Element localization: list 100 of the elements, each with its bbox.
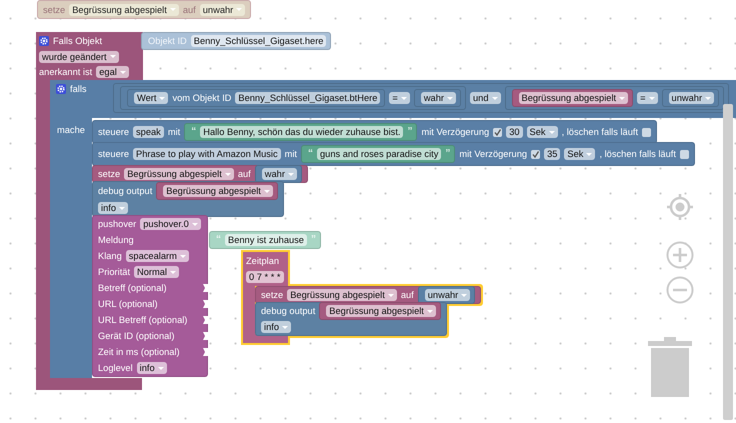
input-field[interactable]: speak — [133, 126, 164, 138]
caret-icon — [180, 254, 186, 258]
block-label: Meldung — [98, 234, 134, 246]
control-block[interactable]: steuere Phrase to play with Amazon Music mit “ guns and roses paradise city ” mit Verzögerung 35 Sek , löschen falls läuft — [92, 142, 695, 166]
block-label: debug output — [261, 305, 316, 317]
caret-icon — [548, 130, 555, 134]
block-label: setze — [261, 289, 284, 301]
dropdown-field[interactable]: und — [470, 92, 501, 104]
input-field[interactable]: 0 7 * * * — [246, 271, 284, 283]
dropdown-field[interactable]: Normal — [134, 266, 179, 278]
dropdown-field[interactable]: Begrüssung abgespielt — [124, 168, 234, 180]
checkbox[interactable] — [493, 128, 502, 136]
variable-block[interactable]: Begrüssung abgespielt — [319, 302, 441, 320]
block-label: debug output — [98, 185, 152, 197]
caret-icon — [400, 96, 407, 100]
block-label: steuere — [98, 126, 130, 138]
dropdown-field[interactable]: Begrüssung abgespielt — [163, 185, 273, 197]
logic-block[interactable]: unwahr — [418, 286, 476, 304]
object-value-block[interactable]: Wert vom Objekt ID Benny_Schlüssel_Gigaset.btHere — [127, 89, 386, 107]
input-field[interactable]: 30 — [506, 126, 523, 138]
block-label: URL (optional) — [98, 298, 158, 310]
set-variable-block[interactable]: setze Begrüssung abgespielt auf wahr — [92, 165, 308, 183]
caret-icon — [619, 96, 626, 100]
checkbox[interactable] — [531, 150, 540, 158]
schedule-block[interactable]: Zeitplan 0 7 * * * setze Begrüssung abgespielt auf unwahr debug output Begrüssung abgespielt info — [243, 252, 483, 343]
scrollbar[interactable] — [723, 104, 733, 420]
dropdown-field[interactable]: Sek — [526, 126, 558, 138]
dropdown-field[interactable]: = — [389, 92, 410, 104]
logic-block[interactable]: wahr — [414, 89, 461, 107]
logic-block[interactable]: Begrüssung abgespielt = unwahr — [504, 86, 724, 110]
checkbox[interactable] — [642, 128, 652, 136]
variable-block[interactable]: Begrüssung abgespielt — [156, 182, 278, 200]
block-label: URL Betreff (optional) — [98, 314, 188, 326]
center-target-icon[interactable] — [667, 194, 693, 220]
control-block[interactable]: steuere speak mit “ Hallo Benny, schön das du wieder zuhause bist. ” mit Verzögerung 30 Sek , löschen falls läuft — [92, 120, 658, 144]
quote-mark: “ — [216, 234, 221, 246]
dropdown-field[interactable]: wurde geändert — [39, 50, 119, 62]
input-field[interactable]: Phrase to play with Amazon Music — [133, 148, 281, 160]
block-label: mit Verzögerung — [421, 126, 490, 138]
text-block[interactable]: “ Benny ist zuhause ” — [209, 231, 321, 249]
input-field[interactable]: Benny_Schlüssel_Gigaset.here — [190, 35, 326, 47]
gear-icon[interactable] — [39, 36, 49, 46]
caret-icon — [158, 366, 164, 370]
input-field[interactable]: Benny_Schlüssel_Gigaset.btHere — [235, 92, 380, 104]
dropdown-field[interactable]: wahr — [262, 168, 297, 180]
dropdown-field[interactable]: = — [637, 92, 658, 104]
block-label: , löschen falls läuft — [562, 126, 638, 138]
dropdown-field[interactable]: Begrüssung abgespielt — [326, 305, 436, 317]
input-field[interactable]: Hallo Benny, schön das du wieder zuhause bist. — [200, 126, 404, 138]
caret-icon — [282, 326, 288, 328]
block-label: Klang — [98, 250, 122, 262]
dropdown-field[interactable]: info — [261, 321, 291, 333]
input-field[interactable]: guns and roses paradise city — [317, 148, 442, 160]
caret-icon — [648, 96, 655, 100]
caret-icon — [159, 96, 166, 100]
block-label: mache — [57, 124, 85, 136]
block-label: steuere — [98, 148, 130, 160]
quote-mark: ” — [445, 148, 450, 160]
checkbox[interactable] — [680, 150, 689, 158]
dropdown-field[interactable]: info — [136, 362, 167, 374]
caret-icon — [110, 55, 116, 58]
logic-block[interactable]: wahr — [254, 165, 302, 183]
variable-block[interactable]: Begrüssung abgespielt — [512, 89, 634, 107]
caret-icon — [461, 294, 468, 296]
logic-block[interactable]: Wert vom Objekt ID Benny_Schlüssel_Gigaset.btHere = wahr und Begrüssung abgespielt = unwahr — [113, 83, 730, 113]
text-block[interactable]: “ Hallo Benny, schön das du wieder zuhause bist. ” — [184, 123, 418, 141]
set-variable-block[interactable]: setze Begrüssung abgespielt auf unwahr — [255, 286, 482, 304]
dropdown-field[interactable]: wahr — [420, 92, 456, 104]
dropdown-field[interactable]: unwahr — [424, 289, 470, 301]
block-label: auf — [238, 168, 251, 180]
block-label: Zeitplan — [246, 254, 280, 266]
block-label: Objekt ID — [148, 35, 187, 47]
dropdown-field[interactable]: Begrüssung abgespielt — [518, 92, 628, 104]
caret-icon — [288, 172, 294, 176]
input-field[interactable]: 35 — [544, 148, 560, 160]
dropdown-field[interactable]: Wert — [134, 92, 168, 104]
dropdown-field[interactable]: Sek — [564, 148, 596, 160]
logic-block[interactable]: unwahr — [662, 89, 720, 107]
caret-icon — [224, 172, 231, 176]
dropdown-field[interactable]: egal — [96, 66, 129, 78]
trash-icon[interactable] — [648, 337, 692, 397]
debug-block[interactable]: debug output Begrüssung abgespielt info — [255, 302, 447, 336]
caret-icon — [447, 96, 453, 100]
dropdown-field[interactable]: unwahr — [668, 92, 714, 104]
logic-block[interactable]: Wert vom Objekt ID Benny_Schlüssel_Gigaset.btHere = wahr — [120, 86, 466, 110]
dropdown-field[interactable]: Begrüssung abgespielt — [287, 289, 397, 301]
text-block[interactable]: “ guns and roses paradise city ” — [301, 145, 456, 163]
input-field[interactable]: Benny ist zuhause — [225, 234, 307, 246]
dropdown-field[interactable]: pushover.0 — [140, 218, 201, 230]
quote-mark: ” — [407, 126, 412, 138]
block-label: setze — [98, 168, 120, 180]
caret-icon — [492, 96, 498, 100]
block-label: mit — [168, 126, 180, 138]
object-value-block[interactable]: Objekt ID Benny_Schlüssel_Gigaset.here — [141, 32, 332, 50]
pushover-block[interactable]: pushover pushover.0 Meldung Klang spacealarm Priorität Normal Betreff (optional) URL (optional) URL Betreff (optional) Gerät ID (optional) Zeit in ms (optional) Loglevel info — [92, 215, 208, 377]
gear-icon[interactable] — [56, 84, 66, 94]
dropdown-field[interactable]: info — [98, 202, 128, 214]
block-label: mit — [284, 148, 298, 160]
quote-mark: “ — [191, 126, 196, 138]
dropdown-field[interactable]: spacealarm — [126, 250, 189, 262]
